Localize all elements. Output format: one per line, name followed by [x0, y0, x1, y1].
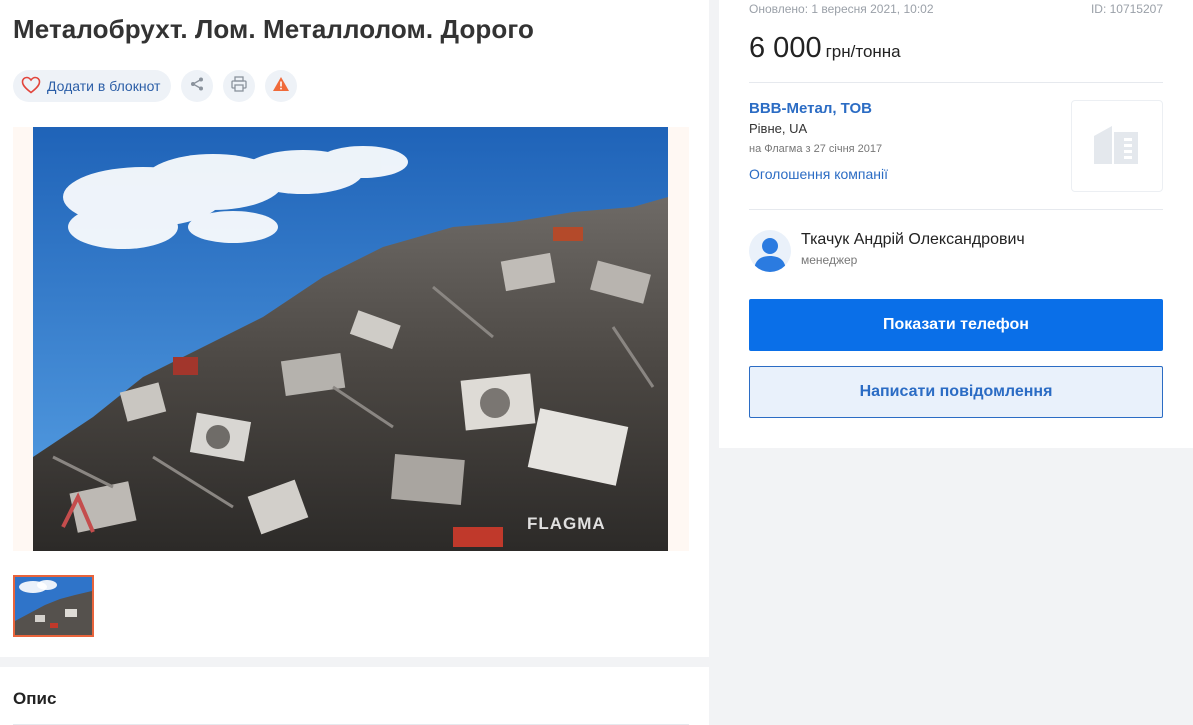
company-city: Рівне, UA [749, 121, 808, 136]
price: 6 000 грн/тонна [749, 32, 901, 65]
report-button[interactable] [265, 70, 298, 102]
warning-icon [272, 76, 290, 97]
contact-name: Ткачук Андрій Олександрович [801, 231, 1025, 248]
building-icon [1092, 122, 1142, 171]
photo-thumbnail[interactable] [13, 575, 94, 637]
divider [749, 209, 1163, 210]
heart-icon [21, 76, 41, 97]
description-card: Опис [0, 667, 709, 725]
updated-date: Оновлено: 1 вересня 2021, 10:02 [749, 2, 934, 16]
listing-page: Металобрухт. Лом. Металлолом. Дорого Дод… [0, 0, 1193, 725]
company-name-link[interactable]: ВВВ-Метал, ТОВ [749, 100, 872, 117]
main-photo-frame: FLAGMA [13, 127, 689, 551]
seller-card: Оновлено: 1 вересня 2021, 10:02 ID: 1071… [719, 0, 1193, 448]
listing-card: Металобрухт. Лом. Металлолом. Дорого Дод… [0, 0, 709, 657]
price-value: 6 000 [749, 32, 822, 64]
main-photo[interactable]: FLAGMA [33, 127, 668, 551]
listing-actions: Додати в блокнот [13, 70, 298, 102]
company-ads-link[interactable]: Оголошення компанії [749, 166, 888, 182]
company-logo[interactable] [1071, 100, 1163, 192]
contact-role: менеджер [801, 253, 858, 267]
ad-id: ID: 10715207 [1090, 2, 1163, 16]
user-icon [749, 238, 791, 272]
price-unit: грн/тонна [825, 42, 901, 61]
add-to-notebook-button[interactable]: Додати в блокнот [13, 70, 172, 102]
divider [749, 82, 1163, 83]
write-message-button[interactable]: Написати повідомлення [749, 366, 1163, 418]
photo-watermark: FLAGMA [527, 514, 606, 533]
share-icon [189, 76, 205, 97]
printer-icon [230, 75, 248, 98]
print-button[interactable] [223, 70, 256, 102]
company-since: на Флагма з 27 січня 2017 [749, 143, 883, 155]
add-to-notebook-label: Додати в блокнот [47, 78, 161, 94]
avatar [749, 230, 791, 272]
show-phone-button[interactable]: Показати телефон [749, 299, 1163, 351]
share-button[interactable] [181, 70, 214, 102]
listing-title: Металобрухт. Лом. Металлолом. Дорого [13, 14, 534, 44]
description-heading: Опис [13, 689, 57, 708]
